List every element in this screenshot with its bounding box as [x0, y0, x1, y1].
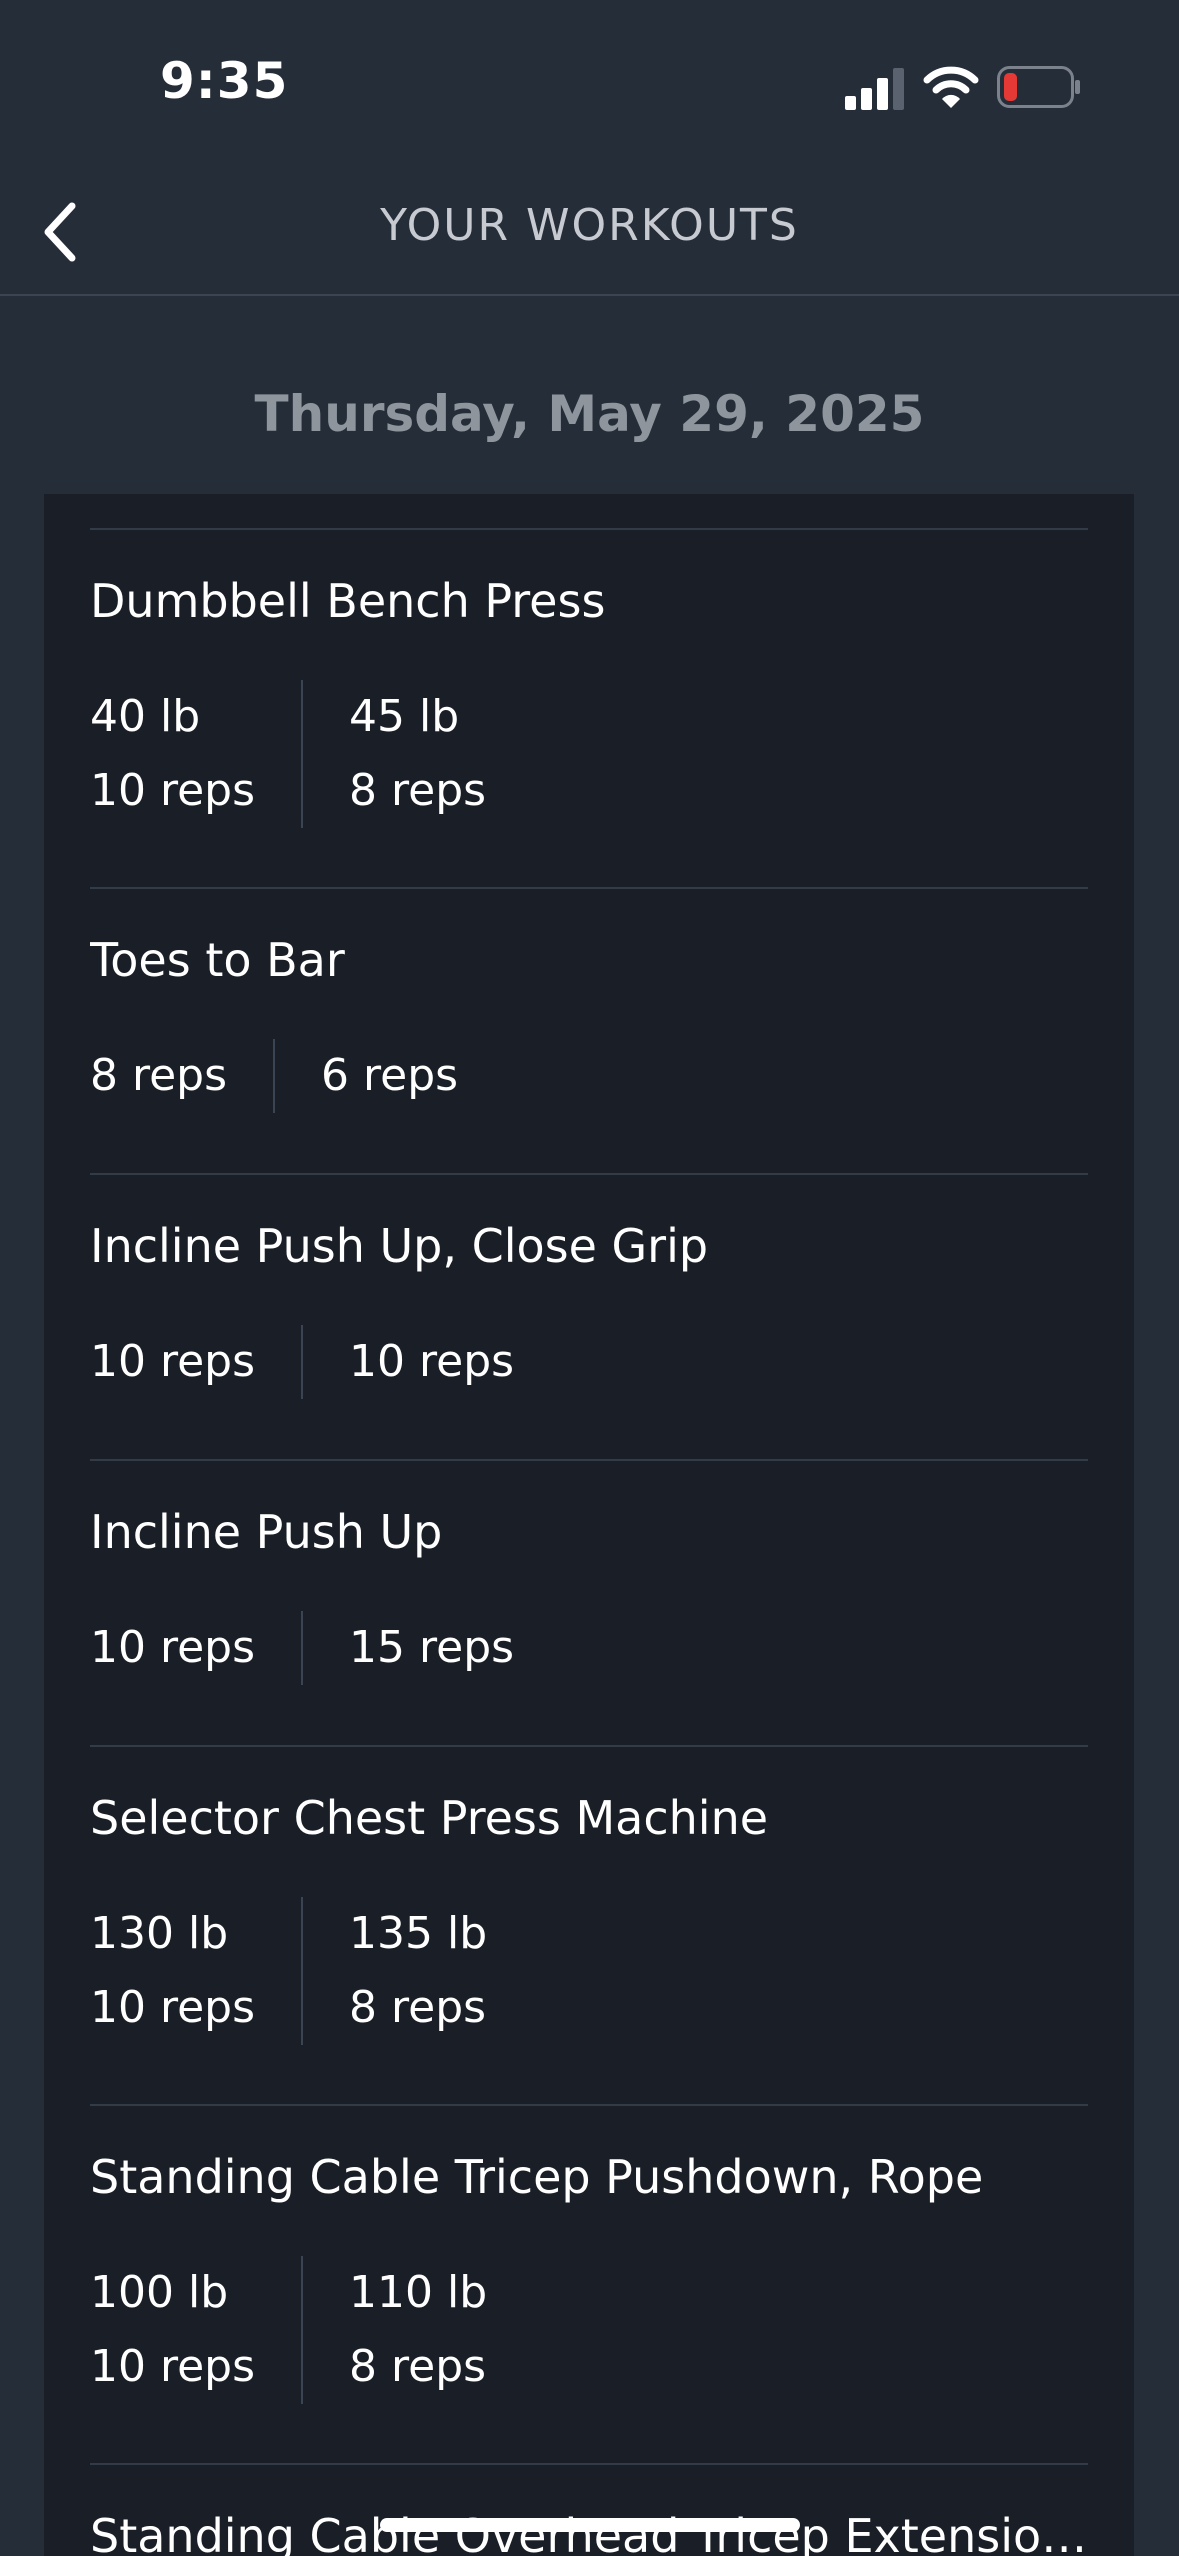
divider [90, 2463, 1088, 2465]
exercise-name: Standing Cable Overhead Tricep Extensio… [90, 2509, 1088, 2556]
set-reps: 8 reps [349, 1982, 487, 2033]
cellular-signal-icon [845, 68, 904, 110]
home-indicator[interactable] [380, 2518, 800, 2532]
set-weight: 135 lb [349, 1908, 488, 1959]
exercise-item[interactable]: Incline Push Up, Close Grip 10 reps 10 r… [90, 1219, 1088, 1399]
set-2: 6 reps [275, 1039, 458, 1113]
nav-bar: YOUR WORKOUTS [0, 170, 1179, 296]
page-title: YOUR WORKOUTS [380, 200, 799, 251]
sets-row: 10 reps 10 reps [90, 1325, 1088, 1399]
set-reps: 10 reps [90, 1622, 256, 1673]
set-1: 10 reps [90, 1325, 304, 1399]
set-reps: 8 reps [349, 2341, 487, 2392]
exercise-name: Dumbbell Bench Press [90, 574, 606, 628]
divider [90, 528, 1088, 530]
set-reps: 10 reps [349, 1336, 515, 1387]
workout-card: Dumbbell Bench Press 40 lb 10 reps 45 lb… [44, 494, 1134, 2556]
sets-row: 10 reps 15 reps [90, 1611, 1088, 1685]
sets-row: 130 lb 10 reps 135 lb 8 reps [90, 1897, 1088, 2045]
set-weight: 45 lb [349, 691, 460, 742]
exercise-name: Standing Cable Tricep Pushdown, Rope [90, 2150, 984, 2204]
exercise-name: Incline Push Up, Close Grip [90, 1219, 709, 1273]
exercise-name: Incline Push Up [90, 1505, 443, 1559]
exercise-item[interactable]: Dumbbell Bench Press 40 lb 10 reps 45 lb… [90, 574, 1088, 828]
wifi-icon [923, 66, 979, 108]
exercise-item[interactable]: Selector Chest Press Machine 130 lb 10 r… [90, 1791, 1088, 2045]
set-reps: 8 reps [90, 1050, 228, 1101]
status-time: 9:35 [160, 52, 289, 110]
status-bar: 9:35 [0, 0, 1179, 170]
divider [90, 1459, 1088, 1461]
exercise-item[interactable]: Toes to Bar 8 reps 6 reps [90, 933, 1088, 1113]
exercise-item[interactable]: Standing Cable Overhead Tricep Extensio… [90, 2509, 1088, 2556]
set-weight: 110 lb [349, 2267, 488, 2318]
set-2: 135 lb 8 reps [303, 1897, 487, 2045]
divider [90, 1173, 1088, 1175]
set-weight: 100 lb [90, 2267, 229, 2318]
divider [90, 2104, 1088, 2106]
set-reps: 15 reps [349, 1622, 515, 1673]
set-2: 110 lb 8 reps [303, 2256, 487, 2404]
exercise-item[interactable]: Incline Push Up 10 reps 15 reps [90, 1505, 1088, 1685]
divider [90, 887, 1088, 889]
exercise-name: Selector Chest Press Machine [90, 1791, 769, 1845]
set-1: 100 lb 10 reps [90, 2256, 304, 2404]
set-weight: 130 lb [90, 1908, 229, 1959]
date-header: Thursday, May 29, 2025 [254, 385, 925, 443]
sets-row: 40 lb 10 reps 45 lb 8 reps [90, 680, 1088, 828]
set-1: 10 reps [90, 1611, 304, 1685]
set-reps: 8 reps [349, 765, 487, 816]
exercise-name: Toes to Bar [90, 933, 345, 987]
battery-low-icon [997, 66, 1080, 108]
set-reps: 6 reps [321, 1050, 459, 1101]
set-2: 15 reps [303, 1611, 514, 1685]
workouts-screen: 9:35 YOUR WORKOUTS Thursday, May 29, 202… [0, 0, 1179, 2556]
divider [90, 1745, 1088, 1747]
exercise-item[interactable]: Standing Cable Tricep Pushdown, Rope 100… [90, 2150, 1088, 2404]
set-weight: 40 lb [90, 691, 201, 742]
sets-row: 100 lb 10 reps 110 lb 8 reps [90, 2256, 1088, 2404]
sets-row: 8 reps 6 reps [90, 1039, 1088, 1113]
set-1: 130 lb 10 reps [90, 1897, 304, 2045]
set-1: 8 reps [90, 1039, 276, 1113]
set-reps: 10 reps [90, 1982, 256, 2033]
set-reps: 10 reps [90, 1336, 256, 1387]
set-reps: 10 reps [90, 765, 256, 816]
set-2: 45 lb 8 reps [303, 680, 486, 828]
set-2: 10 reps [303, 1325, 514, 1399]
set-1: 40 lb 10 reps [90, 680, 304, 828]
set-reps: 10 reps [90, 2341, 256, 2392]
